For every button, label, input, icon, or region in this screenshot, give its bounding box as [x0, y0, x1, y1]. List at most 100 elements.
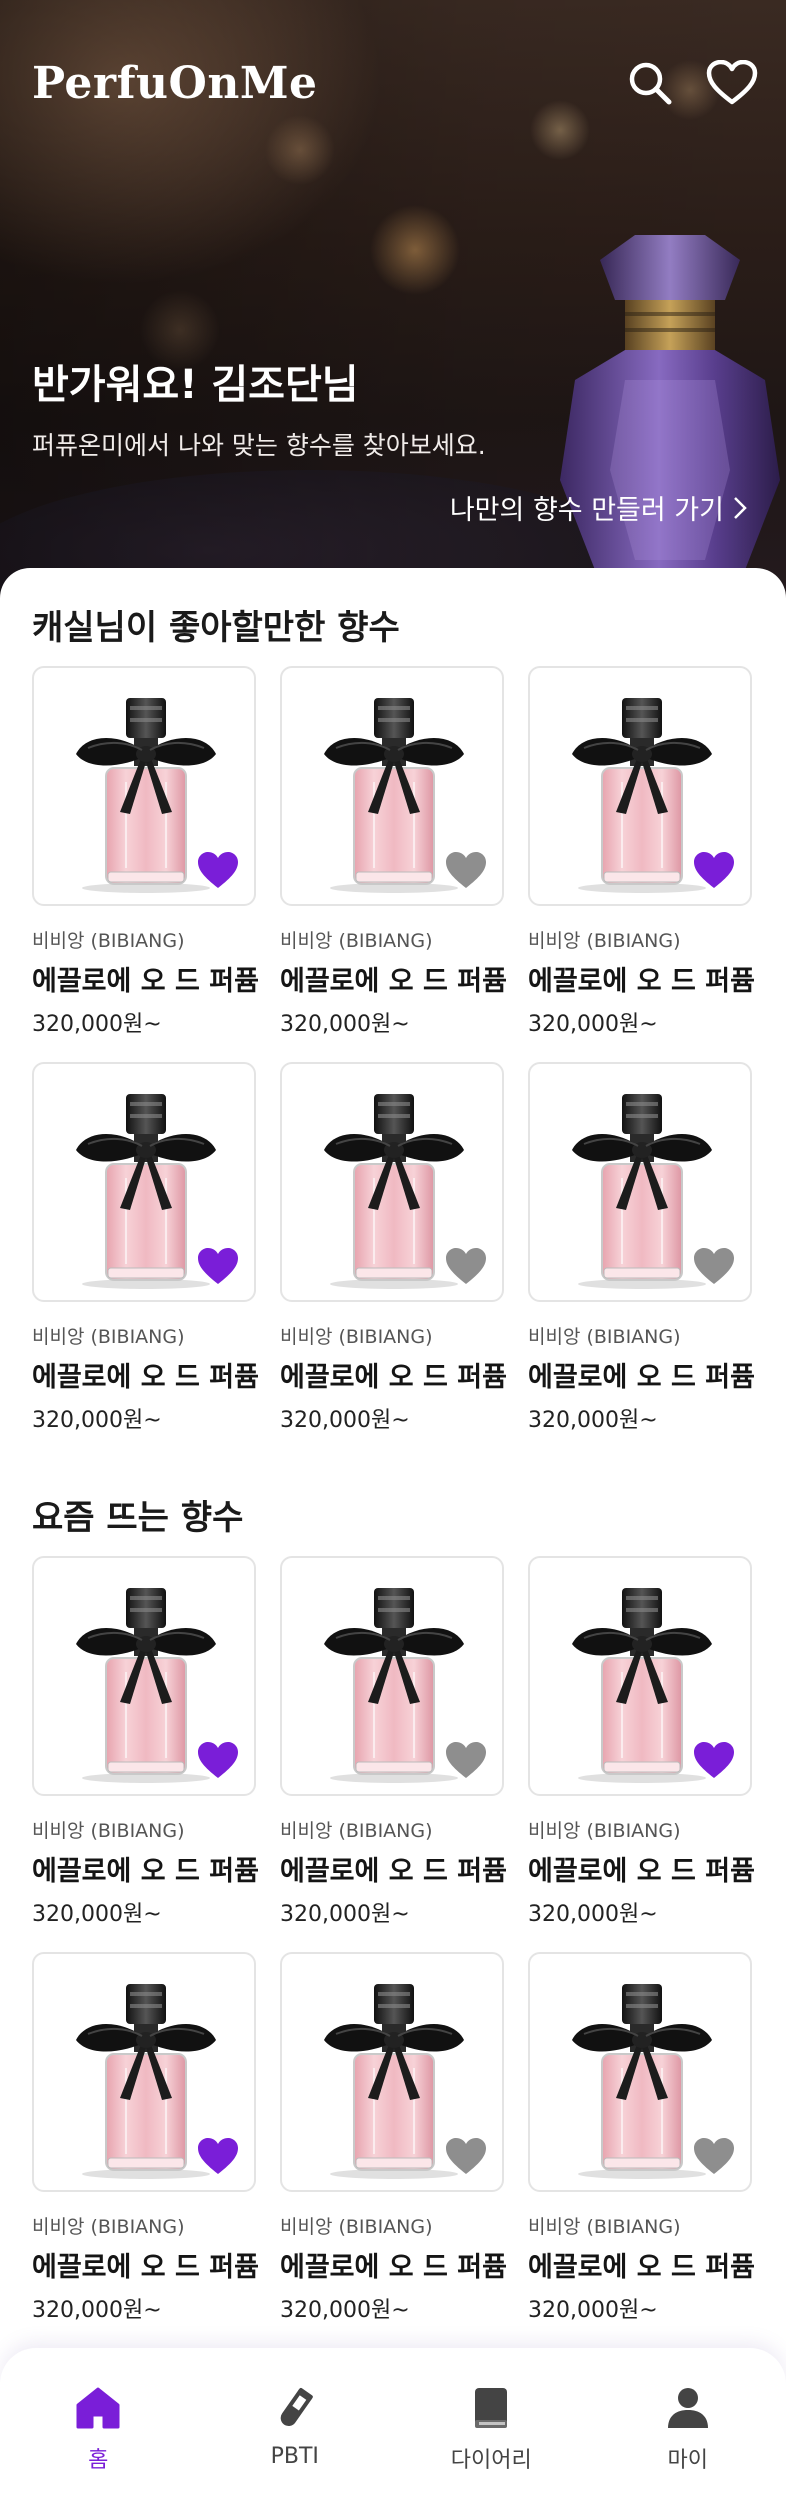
like-button-active[interactable] — [692, 1740, 736, 1780]
product-card[interactable]: 비비앙 (BIBIANG) 에끌로에 오 드 퍼퓸 320,000원~ — [528, 1062, 755, 1434]
heart-filled-icon — [446, 852, 486, 888]
search-icon — [629, 62, 672, 105]
product-name[interactable]: 에끌로에 오 드 퍼퓸 — [32, 1355, 259, 1394]
hero-banner: PerfuOnMe 반가워요! 김조단님 퍼퓨온미에서 나와 맞는 향수를 찾아… — [0, 0, 786, 600]
product-image[interactable] — [32, 1062, 256, 1302]
bottom-navigation: 홈 PBTI 다이어리 마이 — [0, 2348, 786, 2508]
product-price: 320,000원~ — [32, 1902, 162, 1927]
top-bar: PerfuOnMe — [32, 48, 758, 118]
nav-my-label: 마이 — [667, 2448, 708, 2473]
product-name[interactable]: 에끌로에 오 드 퍼퓸 — [280, 2245, 507, 2284]
product-price: 320,000원~ — [32, 2298, 162, 2323]
like-button-active[interactable] — [196, 1246, 240, 1286]
product-card[interactable]: 비비앙 (BIBIANG) 에끌로에 오 드 퍼퓸 320,000원~ — [280, 1062, 507, 1434]
nav-diary[interactable]: 다이어리 — [421, 2386, 561, 2474]
book-icon — [475, 2388, 508, 2428]
home-icon — [76, 2387, 120, 2429]
heart-filled-icon — [694, 2138, 734, 2174]
product-image[interactable] — [32, 1952, 256, 2192]
product-card[interactable]: 비비앙 (BIBIANG) 에끌로에 오 드 퍼퓸 320,000원~ — [280, 1952, 507, 2324]
product-brand: 비비앙 (BIBIANG) — [280, 2216, 433, 2238]
search-button[interactable] — [624, 57, 676, 109]
product-image[interactable] — [280, 1556, 504, 1796]
product-brand: 비비앙 (BIBIANG) — [32, 1326, 185, 1348]
product-card[interactable]: 비비앙 (BIBIANG) 에끌로에 오 드 퍼퓸 320,000원~ — [32, 1062, 259, 1434]
nav-diary-label: 다이어리 — [450, 2448, 532, 2473]
like-button[interactable] — [692, 2136, 736, 2176]
product-price: 320,000원~ — [280, 1902, 410, 1927]
product-brand: 비비앙 (BIBIANG) — [528, 930, 681, 952]
person-icon — [667, 2388, 708, 2428]
like-button-active[interactable] — [196, 2136, 240, 2176]
product-name[interactable]: 에끌로에 오 드 퍼퓸 — [32, 2245, 259, 2284]
top-actions — [624, 57, 758, 109]
product-image[interactable] — [528, 1556, 752, 1796]
product-card[interactable]: 비비앙 (BIBIANG) 에끌로에 오 드 퍼퓸 320,000원~ — [528, 1952, 755, 2324]
product-price: 320,000원~ — [32, 1408, 162, 1433]
product-card[interactable]: 비비앙 (BIBIANG) 에끌로에 오 드 퍼퓸 320,000원~ — [32, 666, 259, 1038]
product-card[interactable]: 비비앙 (BIBIANG) 에끌로에 오 드 퍼퓸 320,000원~ — [528, 1556, 755, 1928]
make-perfume-link[interactable]: 나만의 향수 만들러 가기 — [450, 488, 748, 527]
product-brand: 비비앙 (BIBIANG) — [32, 2216, 185, 2238]
product-name[interactable]: 에끌로에 오 드 퍼퓸 — [528, 2245, 755, 2284]
product-price: 320,000원~ — [528, 1902, 658, 1927]
nav-my[interactable]: 마이 — [618, 2386, 758, 2474]
heart-filled-icon — [446, 1248, 486, 1284]
product-price: 320,000원~ — [528, 1012, 658, 1037]
product-name[interactable]: 에끌로에 오 드 퍼퓸 — [280, 959, 507, 998]
app-logo[interactable]: PerfuOnMe — [32, 58, 318, 109]
product-name[interactable]: 에끌로에 오 드 퍼퓸 — [528, 1849, 755, 1888]
like-button[interactable] — [444, 1246, 488, 1286]
heart-filled-icon — [694, 852, 734, 888]
product-name[interactable]: 에끌로에 오 드 퍼퓸 — [280, 1849, 507, 1888]
product-card[interactable]: 비비앙 (BIBIANG) 에끌로에 오 드 퍼퓸 320,000원~ — [32, 1952, 259, 2324]
product-brand: 비비앙 (BIBIANG) — [528, 1326, 681, 1348]
product-image[interactable] — [32, 666, 256, 906]
product-card[interactable]: 비비앙 (BIBIANG) 에끌로에 오 드 퍼퓸 320,000원~ — [280, 666, 507, 1038]
product-brand: 비비앙 (BIBIANG) — [528, 2216, 681, 2238]
product-image[interactable] — [280, 1062, 504, 1302]
heart-filled-icon — [694, 1248, 734, 1284]
product-image[interactable] — [528, 1952, 752, 2192]
wishlist-button[interactable] — [706, 57, 758, 109]
product-name[interactable]: 에끌로에 오 드 퍼퓸 — [528, 959, 755, 998]
product-name[interactable]: 에끌로에 오 드 퍼퓸 — [528, 1355, 755, 1394]
heart-filled-icon — [446, 1742, 486, 1778]
section-title: 캐실님이 좋아할만한 향수 — [32, 608, 400, 648]
product-card[interactable]: 비비앙 (BIBIANG) 에끌로에 오 드 퍼퓸 320,000원~ — [280, 1556, 507, 1928]
product-image[interactable] — [32, 1556, 256, 1796]
like-button-active[interactable] — [692, 850, 736, 890]
product-brand: 비비앙 (BIBIANG) — [280, 930, 433, 952]
nav-pbti[interactable]: PBTI — [225, 2386, 365, 2469]
product-brand: 비비앙 (BIBIANG) — [32, 930, 185, 952]
product-image[interactable] — [528, 666, 752, 906]
product-price: 320,000원~ — [280, 1408, 410, 1433]
nav-pbti-label: PBTI — [270, 2444, 319, 2469]
product-card[interactable]: 비비앙 (BIBIANG) 에끌로에 오 드 퍼퓸 320,000원~ — [528, 666, 755, 1038]
product-brand: 비비앙 (BIBIANG) — [280, 1326, 433, 1348]
nav-home[interactable]: 홈 — [28, 2386, 168, 2474]
like-button-active[interactable] — [196, 850, 240, 890]
greeting-title: 반가워요! 김조단님 — [32, 362, 359, 408]
test-tube-icon — [280, 2387, 313, 2426]
like-button[interactable] — [444, 2136, 488, 2176]
like-button-active[interactable] — [196, 1740, 240, 1780]
heart-filled-icon — [198, 1742, 238, 1778]
product-name[interactable]: 에끌로에 오 드 퍼퓸 — [32, 1849, 259, 1888]
heart-filled-icon — [694, 1742, 734, 1778]
product-image[interactable] — [280, 666, 504, 906]
product-name[interactable]: 에끌로에 오 드 퍼퓸 — [32, 959, 259, 998]
like-button[interactable] — [444, 1740, 488, 1780]
chevron-right-icon — [734, 496, 747, 519]
product-brand: 비비앙 (BIBIANG) — [280, 1820, 433, 1842]
product-image[interactable] — [528, 1062, 752, 1302]
product-price: 320,000원~ — [528, 1408, 658, 1433]
product-image[interactable] — [280, 1952, 504, 2192]
like-button[interactable] — [692, 1246, 736, 1286]
nav-home-label: 홈 — [88, 2448, 109, 2473]
like-button[interactable] — [444, 850, 488, 890]
heart-filled-icon — [198, 2138, 238, 2174]
product-name[interactable]: 에끌로에 오 드 퍼퓸 — [280, 1355, 507, 1394]
product-card[interactable]: 비비앙 (BIBIANG) 에끌로에 오 드 퍼퓸 320,000원~ — [32, 1556, 259, 1928]
greeting-subtext: 퍼퓨온미에서 나와 맞는 향수를 찾아보세요. — [32, 431, 486, 460]
